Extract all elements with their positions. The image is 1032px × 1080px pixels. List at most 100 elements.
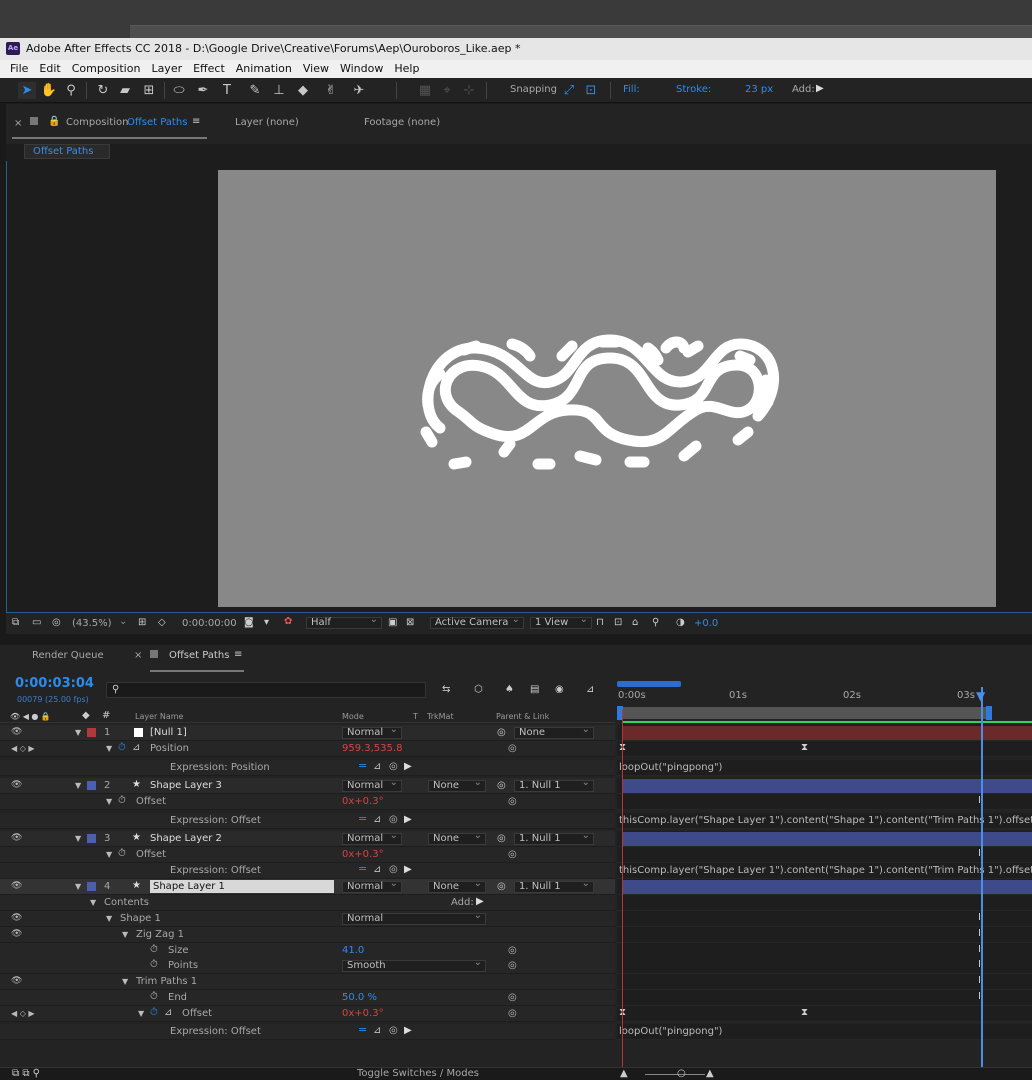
expand-group-icon[interactable]: ▼ xyxy=(90,898,96,907)
timeline-track[interactable] xyxy=(617,778,1032,794)
column-t[interactable]: T xyxy=(413,711,418,723)
world-axis-icon[interactable]: ⌖ xyxy=(438,82,456,99)
expression-enable-icon[interactable]: = xyxy=(358,1024,367,1036)
property-pick-whip-icon[interactable]: ◎ xyxy=(508,743,517,755)
timeline-track[interactable]: I xyxy=(617,794,1032,810)
timeline-track[interactable]: I xyxy=(617,911,1032,927)
timeline-track[interactable]: I xyxy=(617,943,1032,959)
parent-select[interactable]: None xyxy=(514,725,594,739)
layer-name[interactable]: Shape Layer 3 xyxy=(150,780,222,792)
layer-duration-bar[interactable] xyxy=(623,880,1032,894)
region-of-interest-icon[interactable]: ▣ xyxy=(388,617,397,629)
timeline-row[interactable]: Expression: Offset = ⊿ ◎ ▶ xyxy=(0,1024,615,1040)
current-time-display[interactable]: 0:00:00:00 xyxy=(182,618,237,630)
rotation-tool-icon[interactable]: ↻ xyxy=(94,82,112,99)
timeline-row[interactable]: ▼ Contents Add: ▶ xyxy=(0,895,615,911)
menu-composition[interactable]: Composition xyxy=(72,60,141,78)
parent-select[interactable]: 1. Null 1 xyxy=(514,778,594,792)
close-timeline-tab-icon[interactable]: × xyxy=(134,650,142,662)
toggle-switches-modes-button[interactable]: Toggle Switches / Modes xyxy=(357,1068,479,1080)
timeline-row[interactable]: Expression: Offset = ⊿ ◎ ▶ xyxy=(0,813,615,829)
menu-effect[interactable]: Effect xyxy=(193,60,225,78)
timeline-row[interactable]: ⏱ Size 41.0 ◎ xyxy=(0,943,615,959)
timeline-row[interactable]: 👁 ▼ 2 ★ Shape Layer 3 Normal None ◎ 1. Null 1 xyxy=(0,778,615,794)
graph-icon[interactable]: ⊿ xyxy=(164,1007,172,1019)
timeline-track[interactable]: thisComp.layer("Shape Layer 1").content(… xyxy=(617,813,1032,829)
frame-blending-icon[interactable]: ▤ xyxy=(530,684,539,696)
monitor-icon[interactable]: ▭ xyxy=(32,617,41,629)
timeline-row[interactable]: ▼ ⏱ Offset 0x+0.3° ◎ xyxy=(0,847,615,863)
expression-enable-icon[interactable]: = xyxy=(358,760,367,772)
blend-mode-select[interactable]: Normal xyxy=(342,879,402,893)
timeline-row[interactable]: ▼ ⏱ Offset 0x+0.3° ◎ xyxy=(0,794,615,810)
exposure-value[interactable]: +0.0 xyxy=(694,618,718,630)
stopwatch-icon[interactable]: ⏱ xyxy=(118,742,126,754)
property-pick-whip-icon[interactable]: ◎ xyxy=(508,945,517,957)
property-value[interactable]: 0x+0.3° xyxy=(342,849,384,861)
keyframe-icon[interactable]: ⧗ xyxy=(801,742,808,753)
timeline-icon[interactable]: ⌂ xyxy=(632,617,638,629)
timeline-row[interactable]: 👁 ▼ 3 ★ Shape Layer 2 Normal None ◎ 1. Null 1 xyxy=(0,831,615,847)
layer-duration-bar[interactable] xyxy=(623,832,1032,846)
timeline-row[interactable]: 👁 ▼ 4 ★ Shape Layer 1 Normal None ◎ 1. Null 1 xyxy=(0,879,615,895)
expression-graph-icon[interactable]: ⊿ xyxy=(373,864,381,876)
property-value[interactable]: 0x+0.3° xyxy=(342,796,384,808)
expression-enable-icon[interactable]: = xyxy=(358,863,367,875)
view-layout-select[interactable]: 1 View xyxy=(530,615,592,629)
expand-group-icon[interactable]: ▼ xyxy=(122,977,128,986)
time-navigator[interactable] xyxy=(617,681,681,687)
property-pick-whip-icon[interactable]: ◎ xyxy=(508,849,517,861)
timeline-track[interactable]: I xyxy=(617,958,1032,974)
expand-layer-icon[interactable]: ▼ xyxy=(75,882,81,891)
column-trkmat[interactable]: TrkMat xyxy=(427,711,454,723)
expression-pick-whip-icon[interactable]: ◎ xyxy=(389,761,398,773)
grid-icon[interactable]: ⊞ xyxy=(138,617,146,629)
snap-features-icon[interactable]: ⊡ xyxy=(582,82,600,99)
timeline-track[interactable]: I xyxy=(617,927,1032,943)
blend-mode-select[interactable]: Normal xyxy=(342,831,402,845)
expression-language-menu-icon[interactable]: ▶ xyxy=(404,814,412,826)
timeline-row[interactable]: 👁 ▼ 1 [Null 1] Normal ◎ None xyxy=(0,725,615,741)
menu-window[interactable]: Window xyxy=(340,60,383,78)
layer-switches-icon[interactable]: ⧉ ⧉ ⚲ xyxy=(12,1068,40,1080)
keyframe-icon[interactable]: ⧗ xyxy=(801,1007,808,1018)
type-tool-icon[interactable]: T xyxy=(218,82,236,99)
timeline-current-time[interactable]: 0:00:03:04 xyxy=(15,677,94,690)
expression-language-menu-icon[interactable]: ▶ xyxy=(404,864,412,876)
group-blend-mode-select[interactable]: Normal xyxy=(342,911,486,925)
property-pick-whip-icon[interactable]: ◎ xyxy=(508,960,517,972)
brush-tool-icon[interactable]: ✎ xyxy=(246,82,264,99)
current-time-line[interactable] xyxy=(981,687,983,1067)
blend-mode-select[interactable]: Normal xyxy=(342,778,402,792)
always-preview-icon[interactable]: ⧉ xyxy=(12,617,19,629)
graph-icon[interactable]: ⊿ xyxy=(132,742,140,754)
stopwatch-icon[interactable]: ⏱ xyxy=(150,959,158,971)
menu-help[interactable]: Help xyxy=(394,60,419,78)
reset-exposure-icon[interactable]: ◑ xyxy=(676,617,685,629)
expression-graph-icon[interactable]: ⊿ xyxy=(373,1025,381,1037)
footage-tab[interactable]: Footage (none) xyxy=(364,117,440,129)
expand-layer-icon[interactable]: ▼ xyxy=(75,781,81,790)
visibility-eye-icon[interactable]: 👁 xyxy=(11,833,22,843)
timeline-row[interactable]: Expression: Offset = ⊿ ◎ ▶ xyxy=(0,863,615,879)
menu-file[interactable]: File xyxy=(10,60,28,78)
color-channels-icon[interactable]: ✿ xyxy=(284,616,292,628)
menu-edit[interactable]: Edit xyxy=(39,60,60,78)
add-menu-icon[interactable]: ▶ xyxy=(816,83,824,95)
lock-icon[interactable]: 🔒 xyxy=(48,116,60,128)
timeline-row[interactable]: ⏱ Points Smooth ◎ xyxy=(0,958,615,974)
blend-mode-select[interactable]: Normal xyxy=(342,725,402,739)
expression-pick-whip-icon[interactable]: ◎ xyxy=(389,864,398,876)
pick-whip-icon[interactable]: ◎ xyxy=(497,833,506,845)
expression-text[interactable]: loopOut("pingpong") xyxy=(619,1026,722,1038)
ellipse-tool-icon[interactable]: ⬭ xyxy=(170,82,188,99)
show-snapshot-icon[interactable]: ▾ xyxy=(264,617,269,629)
expression-language-menu-icon[interactable]: ▶ xyxy=(404,1025,412,1037)
expression-graph-icon[interactable]: ⊿ xyxy=(373,761,381,773)
composition-tab-label[interactable]: Composition xyxy=(66,117,128,129)
timeline-row[interactable]: 👁 ▼ Shape 1 Normal xyxy=(0,911,615,927)
property-pick-whip-icon[interactable]: ◎ xyxy=(508,1008,517,1020)
column-parent[interactable]: Parent & Link xyxy=(496,711,549,723)
mask-path-icon[interactable]: ◇ xyxy=(158,617,166,629)
timeline-track[interactable]: ⧗⧗ xyxy=(617,1006,1032,1022)
